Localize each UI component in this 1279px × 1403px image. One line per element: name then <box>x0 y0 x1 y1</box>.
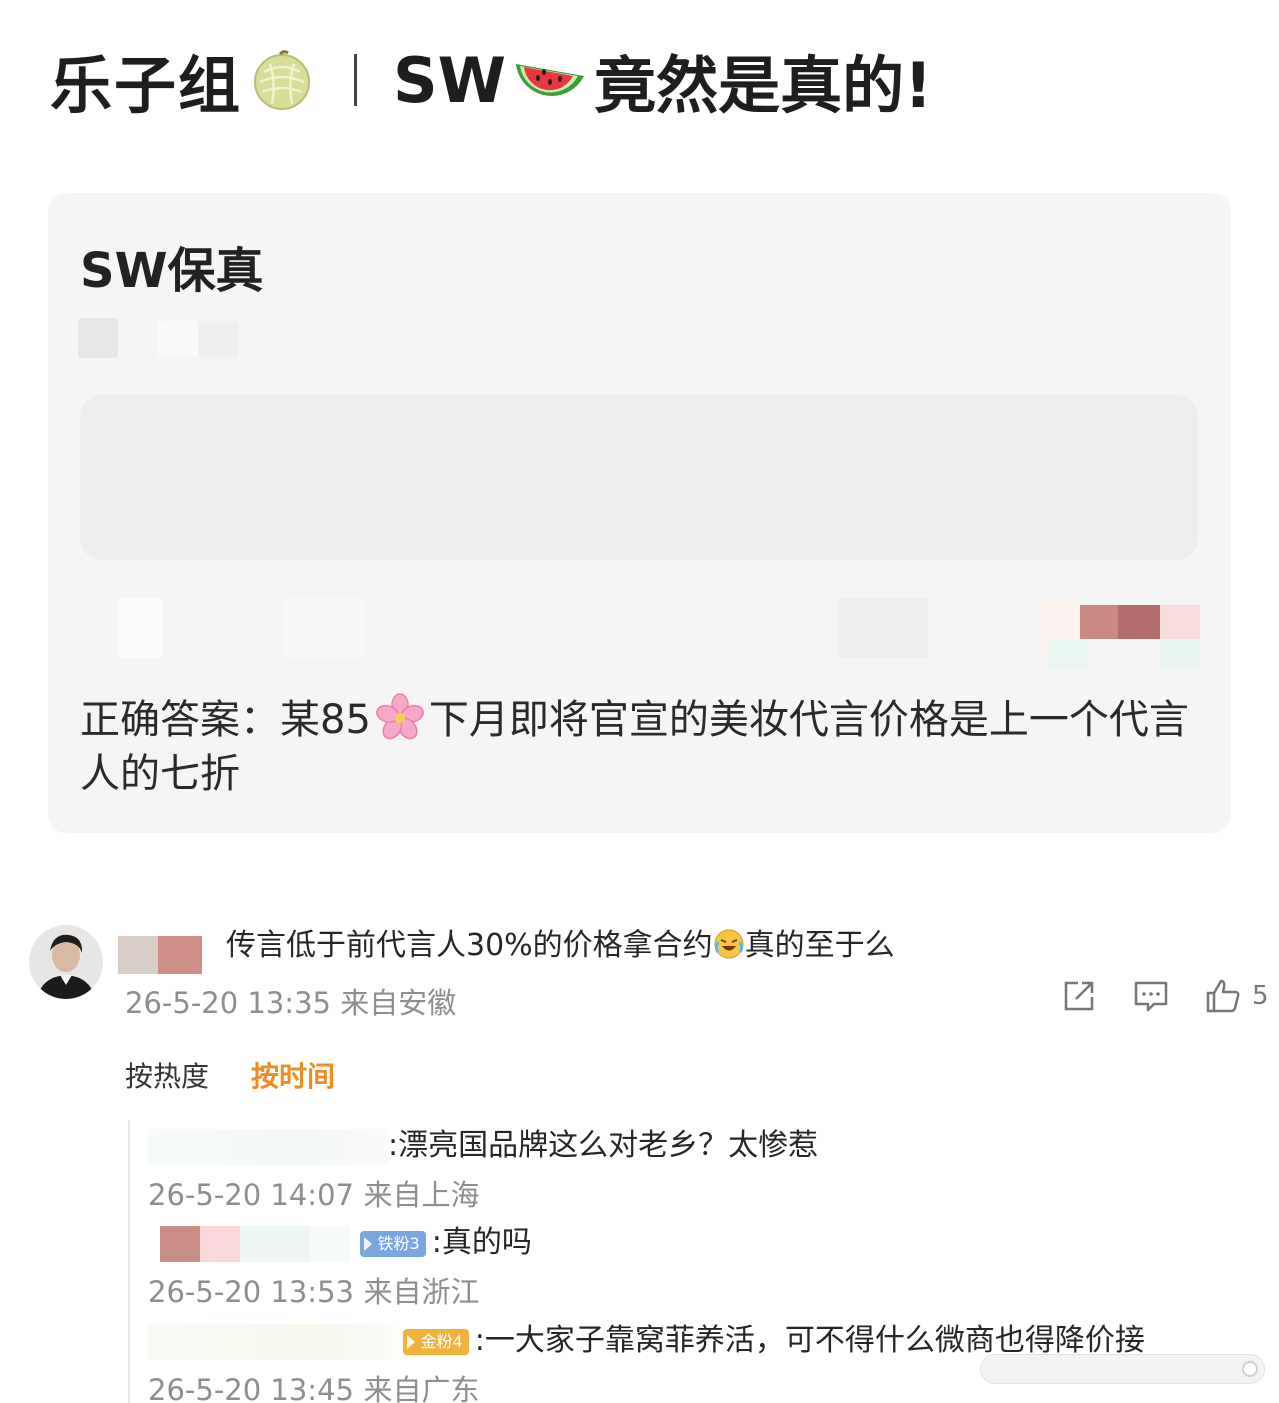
reply-username-redacted <box>310 1225 350 1262</box>
reply-location: 来自浙江 <box>363 1275 480 1309</box>
username-redacted <box>118 936 158 974</box>
reply-username-redacted <box>160 1225 200 1262</box>
username-redacted <box>158 936 202 974</box>
title-separator <box>354 54 358 106</box>
redacted-block <box>1048 639 1088 669</box>
comment-location: 来自安徽 <box>340 986 457 1020</box>
redacted-block <box>838 598 928 658</box>
watermelon-icon <box>516 64 585 96</box>
redacted-block <box>118 598 163 658</box>
redacted-block <box>1080 605 1118 639</box>
reply-location: 来自上海 <box>363 1178 480 1212</box>
comment-time: 26-5-20 13:35 <box>125 986 331 1020</box>
post-header: 乐子组 SW 竟然是真的! <box>50 40 932 123</box>
redacted-block <box>158 321 198 357</box>
avatar[interactable] <box>29 925 103 999</box>
horizontal-scrollbar[interactable] <box>980 1354 1265 1384</box>
answer-text: 正确答案：某85 下月即将官宣的美妆代言价格是上一个代言人的七折 <box>80 693 1190 801</box>
reply-text: :漂亮国品牌这么对老乡？太惨惹 <box>388 1128 819 1163</box>
answer-prefix: 正确答案：某85 <box>80 697 371 743</box>
reply-time: 26-5-20 14:07 <box>148 1178 354 1212</box>
reply-username-redacted <box>200 1225 240 1262</box>
card-title: SW保真 <box>80 243 264 299</box>
reply-location: 来自广东 <box>363 1373 480 1403</box>
reply-meta: 26-5-20 14:07 来自上海 <box>148 1172 480 1214</box>
sort-tabs: 按热度 按时间 <box>125 1055 377 1095</box>
comment-meta: 26-5-20 13:35 来自安徽 <box>125 980 456 1022</box>
comment-suffix: 真的至于么 <box>744 928 895 963</box>
title-prefix: SW <box>393 43 507 117</box>
redacted-content <box>80 395 1198 560</box>
redacted-block <box>1160 639 1200 669</box>
tab-by-heat[interactable]: 按热度 <box>125 1055 209 1095</box>
post-title: SW 竟然是真的! <box>393 35 932 125</box>
reply-text: :真的吗 <box>431 1225 532 1260</box>
laughing-crying-icon <box>714 929 744 958</box>
like-icon[interactable] <box>1204 977 1242 1015</box>
reply-username-redacted <box>148 1323 393 1360</box>
fan-badge: 金粉4 <box>402 1328 469 1355</box>
reply-username-redacted <box>240 1225 310 1262</box>
quote-card: SW保真 正确答案：某85 下月即将官宣的美妆代言价格是上一个代言人的七折 <box>48 193 1231 833</box>
reply-item: :漂亮国品牌这么对老乡？太惨惹 <box>148 1120 818 1165</box>
redacted-block <box>1160 605 1200 639</box>
redacted-block <box>78 318 118 358</box>
reply-meta: 26-5-20 13:45 来自广东 <box>148 1367 480 1403</box>
reply-meta: 26-5-20 13:53 来自浙江 <box>148 1269 480 1311</box>
redacted-block <box>198 321 238 357</box>
reply-time: 26-5-20 13:45 <box>148 1373 354 1403</box>
share-icon[interactable] <box>1060 977 1098 1015</box>
redacted-block <box>283 598 363 658</box>
like-count: 5 <box>1252 981 1269 1011</box>
reply-thread-line <box>128 1120 130 1403</box>
redacted-block <box>1118 605 1160 639</box>
reply-username-redacted <box>148 1128 388 1165</box>
melon-icon <box>254 50 311 110</box>
user-avatar-icon <box>29 925 103 999</box>
comment-text: 传言低于前代言人30%的价格拿合约 真的至于么 <box>226 926 895 966</box>
reply-item: 铁粉3:真的吗 <box>160 1217 532 1262</box>
title-suffix: 竟然是真的! <box>594 49 933 122</box>
comment-actions: 5 <box>1060 977 1269 1015</box>
fan-badge: 铁粉3 <box>359 1230 426 1257</box>
group-name: 乐子组 <box>50 49 243 122</box>
scroll-thumb[interactable] <box>1242 1361 1258 1377</box>
comment-prefix: 传言低于前代言人30%的价格拿合约 <box>226 928 713 963</box>
comment-icon[interactable] <box>1132 977 1170 1015</box>
reply-text: :一大家子靠窝菲养活，可不得什么微商也得降价接 <box>474 1323 1145 1358</box>
cherry-blossom-icon <box>376 693 424 740</box>
tab-by-time[interactable]: 按时间 <box>251 1055 335 1095</box>
reply-item: 金粉4:一大家子靠窝菲养活，可不得什么微商也得降价接 <box>148 1315 1145 1360</box>
reply-time: 26-5-20 13:53 <box>148 1275 354 1309</box>
